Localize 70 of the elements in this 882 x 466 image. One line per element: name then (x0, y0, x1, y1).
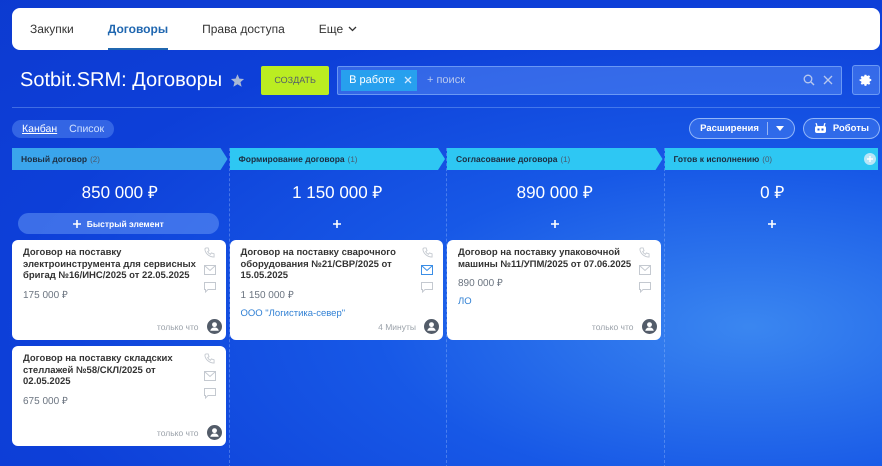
card-time: только что (156, 322, 198, 332)
phone-icon[interactable] (204, 353, 215, 364)
avatar-icon[interactable] (642, 319, 656, 334)
card-amount: 1 150 000 ₽ (240, 288, 295, 300)
plus-icon[interactable] (768, 220, 776, 228)
chat-icon[interactable] (204, 282, 216, 293)
nav-tab[interactable]: Еще (318, 8, 358, 50)
avatar-icon[interactable] (206, 425, 222, 440)
caret-icon (776, 126, 784, 131)
company-link[interactable]: ЛО (458, 296, 632, 307)
quick-add-button[interactable]: Быстрый элемент (18, 213, 218, 234)
card-title[interactable]: Договор на поставку сварочного оборудования №21/СВР/2025 от 15.05.2025 (240, 247, 415, 282)
column-title: Новый договор (21, 154, 88, 164)
robot-icon (814, 123, 827, 134)
column-count: (0) (762, 154, 772, 164)
column-count: (1) (348, 154, 358, 164)
column-total: 0 ₽ (759, 182, 786, 203)
avatar-icon[interactable] (424, 319, 439, 334)
page-title: Sotbit.SRM: Договоры (20, 68, 222, 92)
close-icon[interactable] (823, 75, 833, 85)
phone-icon[interactable] (204, 247, 215, 258)
mail-icon[interactable] (204, 371, 216, 381)
card-time: только что (156, 428, 198, 438)
company-link[interactable]: ООО "Логистика-север" (240, 308, 415, 318)
plus-icon[interactable] (333, 220, 342, 228)
star-icon[interactable] (230, 72, 246, 88)
plus-icon[interactable] (550, 220, 559, 228)
deal-card[interactable]: Договор на поставку электроинструмента для сервисных бригад №16/ИНС/2025 от 22.05.2025 175 000 ₽ только что (12, 240, 226, 340)
view-tab[interactable]: Список (69, 122, 104, 134)
plus-circle-icon[interactable] (864, 153, 876, 165)
column-title: Готов к исполнению (674, 154, 760, 164)
avatar-icon[interactable] (206, 319, 222, 334)
chat-icon[interactable] (421, 282, 433, 293)
column-total: 890 000 ₽ (516, 182, 594, 203)
column-count: (1) (560, 154, 570, 164)
robots-button[interactable]: Роботы (802, 118, 880, 139)
mail-icon[interactable] (421, 265, 433, 275)
card-amount: 175 000 ₽ (23, 288, 69, 300)
close-icon[interactable] (404, 76, 412, 84)
card-title[interactable]: Договор на поставку складских стеллажей №58/СКЛ/2025 от 02.05.2025 (23, 353, 198, 388)
phone-icon[interactable] (422, 247, 432, 258)
deal-card[interactable]: Договор на поставку упаковочной машины №11/УПМ/2025 от 07.06.2025 890 000 ₽ ЛО только что (447, 240, 660, 340)
column-total: 850 000 ₽ (80, 182, 159, 203)
card-title[interactable]: Договор на поставку упаковочной машины №11/УПМ/2025 от 07.06.2025 (458, 247, 632, 270)
card-title[interactable]: Договор на поставку электроинструмента для сервисных бригад №16/ИНС/2025 от 22.05.2025 (23, 247, 198, 282)
column-total: 1 150 000 ₽ (291, 182, 384, 203)
card-time: только что (592, 322, 634, 332)
mail-icon[interactable] (638, 265, 650, 275)
chat-icon[interactable] (204, 388, 216, 399)
settings-button[interactable] (852, 65, 880, 95)
deal-card[interactable]: Договор на поставку сварочного оборудования №21/СВР/2025 от 15.05.2025 1 150 000 ₽ ООО "Логистика-север" 4 Минуты (230, 240, 443, 340)
nav-tab[interactable]: Закупки (30, 8, 74, 50)
phone-icon[interactable] (639, 247, 650, 258)
deal-card[interactable]: Договор на поставку складских стеллажей №58/СКЛ/2025 от 02.05.2025 675 000 ₽ только что (12, 346, 226, 446)
column-count: (2) (90, 154, 100, 164)
chat-icon[interactable] (638, 282, 650, 293)
card-time: 4 Минуты (378, 322, 416, 332)
search-icon[interactable] (803, 74, 815, 86)
extensions-button[interactable]: Расширения (689, 118, 795, 139)
create-button[interactable]: СОЗДАТЬ (261, 66, 330, 94)
column-title: Формирование договора (238, 154, 345, 164)
card-amount: 675 000 ₽ (23, 394, 69, 406)
mail-icon[interactable] (204, 265, 216, 275)
view-tab[interactable]: Канбан (22, 122, 58, 134)
nav-tab[interactable]: Договоры (108, 8, 168, 50)
plus-icon (72, 220, 81, 228)
card-amount: 890 000 ₽ (458, 277, 504, 289)
column-title: Согласование договора (456, 154, 558, 164)
nav-tab[interactable]: Права доступа (202, 8, 285, 50)
settings-icon (859, 73, 873, 87)
